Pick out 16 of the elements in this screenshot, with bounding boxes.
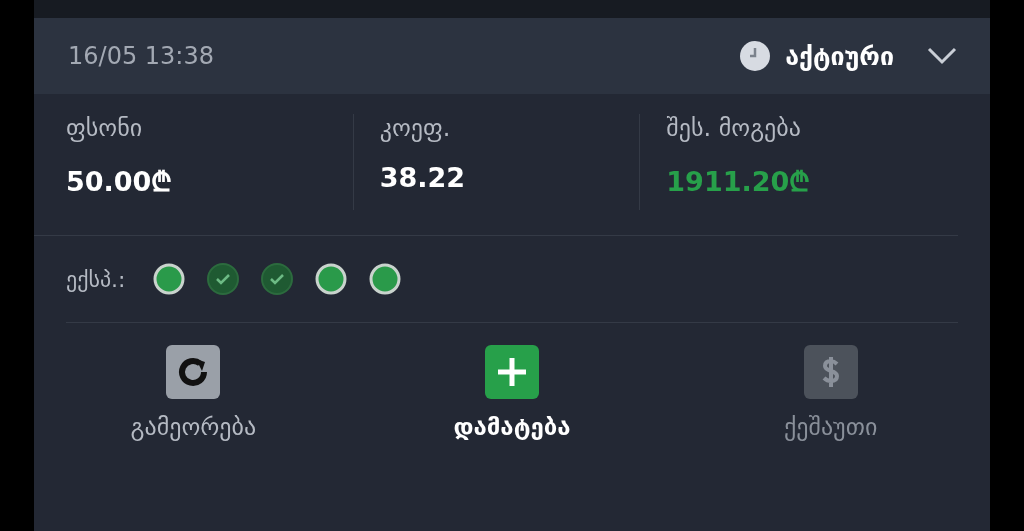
- stat-value: 38.22: [379, 162, 467, 193]
- stat-label: ფსონი: [66, 114, 144, 142]
- bet-status: აქტიური: [785, 41, 894, 71]
- stat-label: შეს. მოგება: [666, 114, 802, 142]
- legs-label: ექსპ.:: [66, 266, 126, 292]
- clock-icon: [739, 40, 772, 72]
- plus-icon: [485, 345, 539, 399]
- stat-value: 1911.20₾: [666, 165, 812, 199]
- stat-value: 50.00₾: [66, 165, 174, 199]
- chevron-icon[interactable]: [926, 46, 958, 66]
- add-button[interactable]: დამატება: [352, 341, 672, 445]
- repeat-icon: [166, 345, 221, 399]
- dollar-icon: [803, 345, 858, 399]
- stat-label: კოეფ.: [379, 114, 452, 142]
- bet-datetime: 16/05 13:38: [68, 42, 214, 70]
- repeat-button[interactable]: გამეორება: [34, 341, 353, 445]
